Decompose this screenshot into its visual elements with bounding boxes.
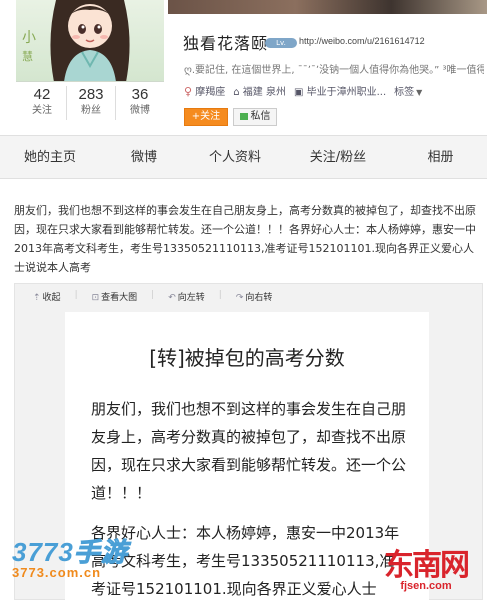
stat-followers-label: 粉丝 xyxy=(81,105,101,116)
stat-followers-count: 283 xyxy=(78,86,104,103)
school-icon: ▣ xyxy=(293,87,304,98)
picture-toolbar: ⇡ 收起 | ⊡ 查看大图 | ↶ 向左转 | ↷ 向右转 xyxy=(33,290,272,303)
tab-album[interactable]: 相册 xyxy=(394,136,487,178)
school-info: ▣ 毕业于漳州职业... xyxy=(294,83,386,98)
rotate-right-icon: ↷ xyxy=(235,293,244,303)
collapse-icon: ⇡ xyxy=(33,293,41,303)
cover-image xyxy=(168,0,487,14)
stat-posts-label: 微博 xyxy=(130,105,150,116)
rotate-right-button[interactable]: ↷ 向右转 xyxy=(236,290,273,303)
stat-following-label: 关注 xyxy=(32,105,52,116)
rotate-left-icon: ↶ xyxy=(168,293,176,303)
chevron-down-icon: ▼ xyxy=(416,88,423,97)
tab-her-home[interactable]: 她的主页 xyxy=(0,136,100,178)
location-pin-icon: ⌂ xyxy=(233,87,240,98)
svg-text:小: 小 xyxy=(22,30,36,46)
profile-bio: ღ.要記住, 在這個世界上, ¯¯ʼ¯ʼ没钠一個人值得你為他哭。” ³唯一值得 xyxy=(184,65,484,76)
document-paragraph-2: 各界好心人士：本人杨婷婷，惠安一中2013年高考文科考生，考生号13350521… xyxy=(91,524,400,598)
stat-following-count: 42 xyxy=(33,86,51,103)
view-large-button[interactable]: ⊡ 查看大图 xyxy=(92,290,138,303)
zoom-icon: ⊡ xyxy=(91,293,100,303)
profile-header: 小 慧 42 关注 283 粉丝 36 微博 独看花落颐 Lv. http://… xyxy=(0,0,487,133)
tab-weibo[interactable]: 微博 xyxy=(100,136,188,178)
tab-follow-fans[interactable]: 关注/粉丝 xyxy=(282,136,394,178)
location-label: 福建 泉州 xyxy=(242,87,286,98)
message-icon xyxy=(239,113,248,120)
female-icon: ♀ xyxy=(184,85,193,98)
collapse-button[interactable]: ⇡ 收起 xyxy=(33,290,61,303)
watermark-3773: 3773手游 3773.com.cn xyxy=(12,532,128,581)
stat-followers[interactable]: 283 粉丝 xyxy=(67,86,116,120)
watermark-fjsen: 东南网 fjsen.com xyxy=(384,540,470,592)
profile-stats: 42 关注 283 粉丝 36 微博 xyxy=(18,86,164,120)
profile-tabs: 她的主页 微博 个人资料 关注/粉丝 相册 xyxy=(0,135,487,179)
avatar[interactable]: 小 慧 xyxy=(16,0,164,82)
stat-posts-count: 36 xyxy=(131,86,149,103)
message-label: 私信 xyxy=(250,111,271,122)
view-large-label: 查看大图 xyxy=(101,293,138,303)
avatar-illustration: 小 慧 xyxy=(22,0,130,81)
rotate-left-button[interactable]: ↶ 向左转 xyxy=(168,290,205,303)
svg-text:慧: 慧 xyxy=(22,49,33,63)
stat-following[interactable]: 42 关注 xyxy=(18,86,67,120)
tags-dropdown[interactable]: 标签 ▼ xyxy=(394,83,422,98)
toolbar-divider: | xyxy=(218,290,222,300)
profile-url[interactable]: http://weibo.com/u/2161614712 xyxy=(299,36,425,46)
collapse-label: 收起 xyxy=(42,293,61,303)
stat-posts[interactable]: 36 微博 xyxy=(116,86,164,120)
toolbar-divider: | xyxy=(151,290,155,300)
rotate-right-label: 向右转 xyxy=(245,293,273,303)
message-button[interactable]: 私信 xyxy=(233,108,277,126)
tab-profile-info[interactable]: 个人资料 xyxy=(188,136,282,178)
watermark-3773-logo: 3773手游 xyxy=(12,532,128,569)
rotate-left-label: 向左转 xyxy=(177,293,205,303)
zodiac-label: 摩羯座 xyxy=(195,87,226,98)
watermark-3773-number: 3773 xyxy=(12,537,74,567)
school-label: 毕业于漳州职业... xyxy=(306,87,387,98)
level-badge[interactable]: Lv. xyxy=(265,38,297,48)
document-title: [转]被掉包的高考分数 xyxy=(149,346,345,370)
watermark-3773-text: 手游 xyxy=(73,537,128,568)
document-paragraph-1: 朋友们，我们也想不到这样的事会发生在自己朋友身上，高考分数真的被掉包了，却查找不… xyxy=(91,400,407,502)
tags-label: 标签 xyxy=(394,87,415,98)
post-content: 朋友们，我们也想不到这样的事会发生在自己朋友身上，高考分数真的被掉包了，却查找不… xyxy=(14,204,476,274)
profile-meta: ♀ 摩羯座 ⌂ 福建 泉州 ▣ 毕业于漳州职业... 标签 ▼ xyxy=(184,83,422,98)
profile-username: 独看花落颐 xyxy=(183,34,269,53)
toolbar-divider: | xyxy=(74,290,78,300)
watermark-fjsen-logo: 东南网 xyxy=(384,548,470,583)
location-info: ⌂ 福建 泉州 xyxy=(233,83,286,98)
zodiac-info: ♀ 摩羯座 xyxy=(184,83,225,98)
follow-button[interactable]: +关注 xyxy=(184,108,228,126)
